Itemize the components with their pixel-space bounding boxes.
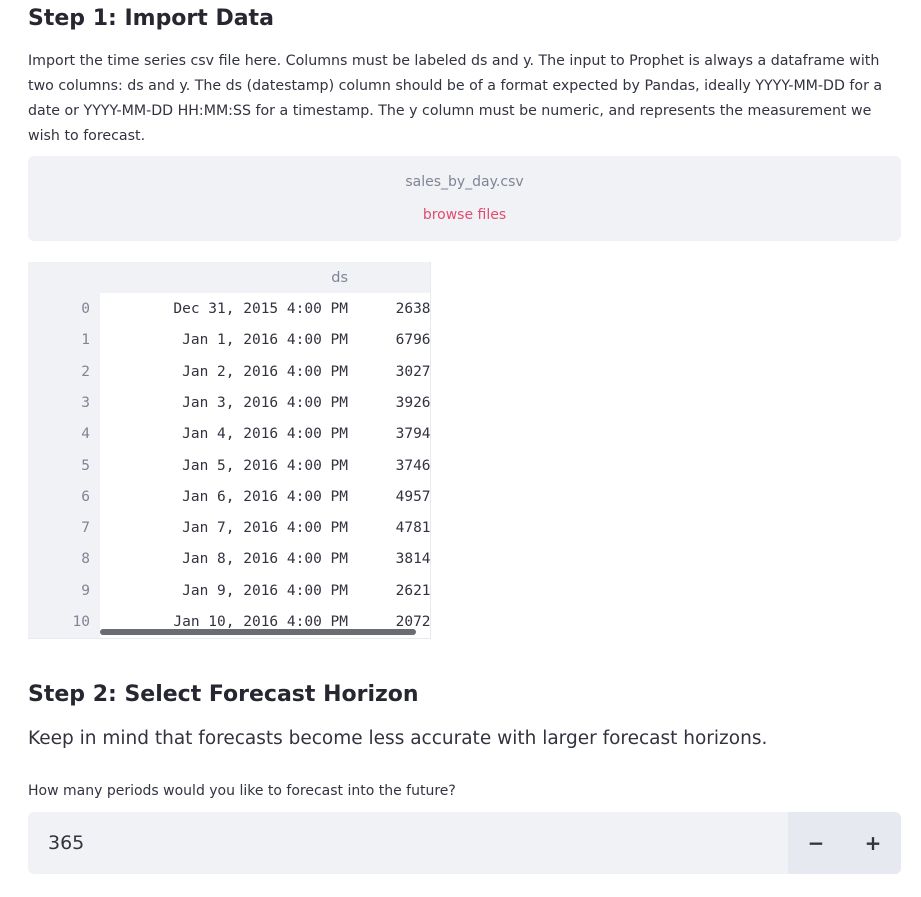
row-index: 5 bbox=[81, 458, 90, 474]
cell-ds[interactable]: Jan 7, 2016 4:00 PM bbox=[100, 518, 348, 538]
step1-description: Import the time series csv file here. Co… bbox=[28, 53, 883, 144]
file-uploader[interactable]: sales_by_day.csv browse files bbox=[28, 156, 901, 241]
row-index: 4 bbox=[81, 426, 90, 442]
row-index: 7 bbox=[81, 520, 90, 536]
row-index: 3 bbox=[81, 395, 90, 411]
cell-y[interactable]: 302794 bbox=[358, 362, 430, 382]
row-index: 8 bbox=[81, 551, 90, 567]
cell-y[interactable]: 381429 bbox=[358, 549, 430, 569]
cell-ds[interactable]: Jan 6, 2016 4:00 PM bbox=[100, 487, 348, 507]
cell-y[interactable]: 262179 bbox=[358, 581, 430, 601]
row-index: 2 bbox=[81, 364, 90, 380]
step1-title: Step 1: Import Data bbox=[28, 6, 274, 31]
column-header-y[interactable]: y bbox=[398, 268, 430, 288]
column-header-ds[interactable]: ds bbox=[298, 268, 348, 288]
cell-ds[interactable]: Jan 8, 2016 4:00 PM bbox=[100, 549, 348, 569]
cell-ds[interactable]: Jan 3, 2016 4:00 PM bbox=[100, 393, 348, 413]
stepper-buttons: − + bbox=[788, 812, 901, 874]
decrement-button[interactable]: − bbox=[788, 812, 844, 874]
cell-ds[interactable]: Jan 2, 2016 4:00 PM bbox=[100, 362, 348, 382]
periods-number-input: − + bbox=[28, 812, 901, 874]
cell-y[interactable]: 379475 bbox=[358, 424, 430, 444]
periods-input[interactable] bbox=[28, 812, 788, 874]
row-index: 6 bbox=[81, 489, 90, 505]
row-index: 1 bbox=[81, 332, 90, 348]
increment-button[interactable]: + bbox=[845, 812, 901, 874]
step2-description: Keep in mind that forecasts become less … bbox=[28, 728, 768, 749]
browse-files-label[interactable]: browse files bbox=[423, 207, 506, 223]
cell-y[interactable]: 392656 bbox=[358, 393, 430, 413]
header-row bbox=[28, 262, 430, 293]
cell-ds[interactable]: Jan 1, 2016 4:00 PM bbox=[100, 330, 348, 350]
dataframe-table[interactable]: ds y 0 Dec 31, 2015 4:00 PM 263824 1 Jan 1, … bbox=[28, 262, 431, 639]
row-index: 10 bbox=[72, 614, 90, 630]
row-index: 0 bbox=[81, 301, 90, 317]
cell-y[interactable]: 679601 bbox=[358, 330, 430, 350]
cell-ds[interactable]: Dec 31, 2015 4:00 PM bbox=[100, 299, 348, 319]
page: Step 1: Import Data Import the time seri… bbox=[0, 0, 921, 897]
step2-title: Step 2: Select Forecast Horizon bbox=[28, 682, 419, 707]
horizontal-scrollbar[interactable] bbox=[100, 629, 416, 635]
browse-files-button[interactable]: browse files bbox=[28, 205, 901, 225]
cell-ds[interactable]: Jan 9, 2016 4:00 PM bbox=[100, 581, 348, 601]
row-index: 9 bbox=[81, 583, 90, 599]
cell-y[interactable]: 495739 bbox=[358, 487, 430, 507]
uploaded-file-name: sales_by_day.csv bbox=[405, 174, 524, 190]
cell-y[interactable]: 478169 bbox=[358, 518, 430, 538]
cell-ds[interactable]: Jan 5, 2016 4:00 PM bbox=[100, 456, 348, 476]
cell-ds[interactable]: Jan 4, 2016 4:00 PM bbox=[100, 424, 348, 444]
periods-input-label: How many periods would you like to forec… bbox=[28, 783, 456, 799]
cell-y[interactable]: 374680 bbox=[358, 456, 430, 476]
cell-y[interactable]: 263824 bbox=[358, 299, 430, 319]
